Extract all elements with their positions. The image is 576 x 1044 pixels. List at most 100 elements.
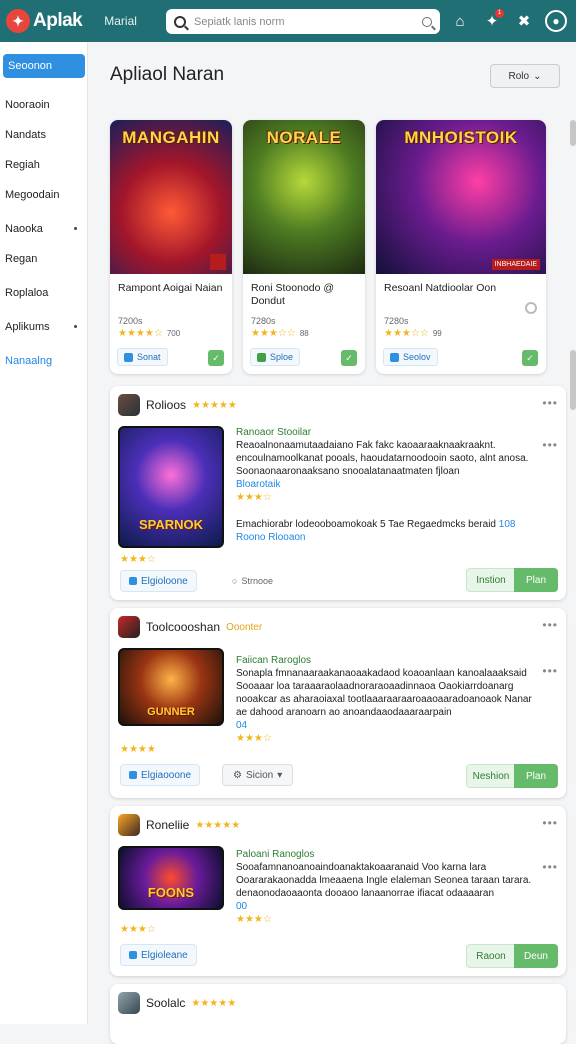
search-submit-icon[interactable] xyxy=(422,16,432,27)
go-icon[interactable]: ✓ xyxy=(341,350,357,366)
search-input[interactable]: Sepiatk lanis norm xyxy=(194,16,422,28)
go-icon[interactable]: ✓ xyxy=(522,350,538,366)
scroll-thumb[interactable] xyxy=(570,350,576,410)
featured-art-badge: INBHAEDAIE xyxy=(491,259,540,270)
post-link[interactable]: 108 xyxy=(499,519,516,530)
category-chip[interactable]: Elgiaooone xyxy=(120,764,201,786)
featured-sub: 7200s xyxy=(118,316,143,326)
sidebar-item[interactable]: Megoodain xyxy=(0,180,87,210)
install-button[interactable]: Instion xyxy=(466,568,516,592)
post-link[interactable]: Roono Rlooaon xyxy=(236,531,540,544)
chip-icon xyxy=(257,352,266,362)
more-options-icon[interactable]: ••• xyxy=(542,618,558,632)
rating-stars-icon: ★★★★ xyxy=(120,744,156,755)
avatar[interactable] xyxy=(118,992,140,1014)
featured-chip[interactable]: Sploe xyxy=(250,348,301,366)
sidebar-item[interactable]: Regan xyxy=(0,244,87,274)
featured-card[interactable]: MNHOISTOIK INBHAEDAIE Resoanl Natdioolar… xyxy=(376,120,546,374)
account-icon[interactable]: ● xyxy=(544,9,568,33)
category-chip[interactable]: Elgioloone xyxy=(120,570,197,592)
post-link[interactable]: 00 xyxy=(236,901,247,912)
post-art-title: FOONS xyxy=(147,885,195,900)
more-options-icon[interactable]: ••• xyxy=(542,396,558,410)
featured-row: MANGAHIN Rampont Aoigai Naian 7200s ★★★★… xyxy=(110,120,546,374)
featured-art-title: MANGAHIN xyxy=(122,128,220,147)
featured-art-title: NORALE xyxy=(266,128,342,147)
install-button[interactable]: Neshion xyxy=(466,764,516,788)
sidebar-item[interactable]: Nooraoin xyxy=(0,90,87,120)
featured-chip[interactable]: Sonat xyxy=(117,348,168,366)
post-tag: Ranoaor Stooilar xyxy=(236,427,312,438)
category-chip[interactable]: Elgioleane xyxy=(120,944,197,966)
avatar[interactable] xyxy=(118,814,140,836)
search-bar[interactable]: Sepiatk lanis norm xyxy=(166,9,440,34)
sidebar-item[interactable]: Nandats xyxy=(0,120,87,150)
chip-icon xyxy=(129,951,137,959)
install-button[interactable]: Raoon xyxy=(466,944,516,968)
chip-label: Sploe xyxy=(270,352,294,362)
expand-dot-icon xyxy=(74,325,77,328)
home-icon[interactable]: ⌂ xyxy=(448,9,472,33)
scrollbar[interactable] xyxy=(570,120,576,1020)
notifications-icon[interactable]: ✦ 1 xyxy=(480,9,504,33)
expand-dot-icon xyxy=(74,227,77,230)
post-art-title: GUNNER xyxy=(147,706,195,718)
chip-label: Seolov xyxy=(403,352,431,362)
more-options-icon[interactable]: ••• xyxy=(542,816,558,830)
rating-count: 700 xyxy=(166,329,181,338)
logo-text: Aplak xyxy=(33,10,83,31)
post-text: Reaoalnonaamutaadaiano Fak fakc kaoaaraa… xyxy=(236,440,529,477)
status-text: Strnooe xyxy=(241,576,273,586)
sort-dropdown[interactable]: Rolo ⌄ xyxy=(490,64,560,88)
more-options-icon[interactable] xyxy=(525,302,537,314)
post-link[interactable]: Bloarotaik xyxy=(236,478,540,491)
app-logo[interactable]: ✦ Aplak xyxy=(6,9,83,33)
go-icon[interactable]: ✓ xyxy=(208,350,224,366)
scroll-thumb[interactable] xyxy=(570,120,576,146)
section-dropdown[interactable]: ⚙ Sicion ▾ xyxy=(222,764,294,786)
chip-label: Sonat xyxy=(137,352,161,362)
sidebar-item[interactable]: Aplikums xyxy=(0,312,87,342)
featured-name: Resoanl Natdioolar Oon xyxy=(384,282,497,294)
more-options-icon[interactable]: ••• xyxy=(542,438,558,452)
tools-icon[interactable]: ✖ xyxy=(512,9,536,33)
avatar[interactable] xyxy=(118,616,140,638)
post-tag: Faiican Raroglos xyxy=(236,655,312,666)
featured-card[interactable]: MANGAHIN Rampont Aoigai Naian 7200s ★★★★… xyxy=(110,120,232,374)
rating-count: 88 xyxy=(299,329,309,338)
rating-stars-icon: ★★★★★ xyxy=(191,997,237,1009)
page-title: Apliaol Naran xyxy=(110,64,225,85)
post-art[interactable]: FOONS xyxy=(118,846,224,910)
radio-icon: ○ xyxy=(232,576,238,586)
featured-card[interactable]: NORALE Roni Stoonodo @ Dondut 7280s ★★★☆… xyxy=(243,120,365,374)
sidebar: Seoonon Nooraoin Nandats Regiah Megoodai… xyxy=(0,42,88,1024)
post-art[interactable]: SPARNOK xyxy=(118,426,224,548)
post-author[interactable]: Rolioos xyxy=(146,398,186,412)
sidebar-item[interactable]: Roplaloa xyxy=(0,278,87,308)
post-author[interactable]: Soolalc xyxy=(146,996,185,1010)
more-options-icon[interactable]: ••• xyxy=(542,860,558,874)
play-button[interactable]: Deun xyxy=(514,944,558,968)
rating-stars-icon: ★★★☆☆ xyxy=(251,328,296,339)
top-nav-link[interactable]: Marial xyxy=(104,14,137,28)
app-post: Roneliie ★★★★★ ••• FOONS Paloani Ranoglos… xyxy=(110,806,566,976)
featured-name: Rampont Aoigai Naian xyxy=(118,282,223,294)
sidebar-item[interactable]: Nanaalng xyxy=(0,346,87,376)
more-options-icon[interactable]: ••• xyxy=(542,664,558,678)
avatar[interactable] xyxy=(118,394,140,416)
sort-label: Rolo xyxy=(508,70,530,82)
sidebar-item-active[interactable]: Seoonon xyxy=(3,54,85,78)
post-text: Sonapla fmnanaaraakanaoaakadaod koaoanla… xyxy=(236,668,532,718)
play-button[interactable]: Plan xyxy=(514,568,558,592)
rating-stars-icon: ★★★☆ xyxy=(120,554,156,565)
post-author[interactable]: Toolcoooshan xyxy=(146,620,220,634)
featured-chip[interactable]: Seolov xyxy=(383,348,438,366)
sidebar-item[interactable]: Naooka xyxy=(0,214,87,244)
featured-art: MNHOISTOIK INBHAEDAIE xyxy=(376,120,546,274)
top-bar: ✦ Aplak Marial Sepiatk lanis norm ⌂ ✦ 1 ✖… xyxy=(0,0,576,42)
post-link[interactable]: 04 xyxy=(236,720,247,731)
play-button[interactable]: Plan xyxy=(514,764,558,788)
post-author[interactable]: Roneliie xyxy=(146,818,189,832)
sidebar-item[interactable]: Regiah xyxy=(0,150,87,180)
post-art[interactable]: GUNNER xyxy=(118,648,224,726)
